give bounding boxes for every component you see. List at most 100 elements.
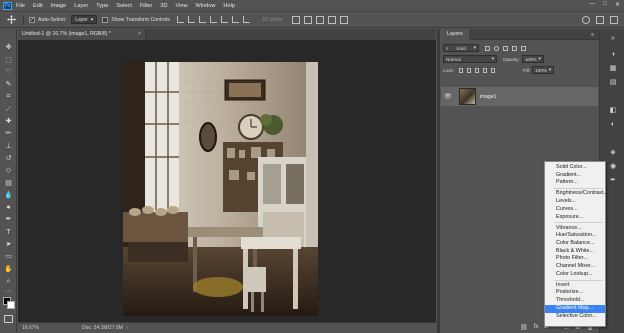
show-transform-checkbox[interactable]	[102, 16, 109, 23]
type-tool-icon[interactable]: T	[3, 228, 14, 237]
share-icon[interactable]	[610, 16, 618, 24]
menu-select[interactable]: Select	[116, 3, 132, 9]
menu-window[interactable]: Window	[196, 3, 216, 9]
menu-item-solid-color[interactable]: Solid Color...	[545, 164, 605, 172]
pixel-filter-icon[interactable]	[485, 45, 490, 51]
menu-item-posterize[interactable]: Posterize...	[545, 289, 605, 297]
menu-type[interactable]: Type	[96, 3, 108, 9]
menu-item-invert[interactable]: Invert	[545, 282, 605, 290]
tab-layers[interactable]: Layers	[441, 28, 469, 40]
expand-panels-icon[interactable]: »	[609, 35, 617, 42]
layers-panel-icon[interactable]: ◈	[609, 149, 617, 156]
menu-item-color-balance[interactable]: Color Balance...	[545, 240, 605, 248]
clone-stamp-tool-icon[interactable]: ⊥	[3, 142, 14, 151]
menu-3d[interactable]: 3D	[160, 3, 167, 9]
distribute-icon[interactable]	[242, 16, 250, 23]
search-icon[interactable]	[582, 16, 590, 24]
lock-artboard-icon[interactable]	[482, 67, 487, 73]
document-tab[interactable]: Untitled-1 @ 16.7% (image1, RGB/8) * ×	[18, 29, 146, 40]
lasso-tool-icon[interactable]: ➰	[3, 68, 14, 77]
panel-menu-icon[interactable]: ≡	[591, 32, 594, 38]
menu-item-photo-filter[interactable]: Photo Filter...	[545, 255, 605, 263]
status-menu-arrow[interactable]: ›	[127, 325, 129, 331]
menu-item-exposure[interactable]: Exposure...	[545, 214, 605, 222]
auto-select-target-dropdown[interactable]: Layer ▾	[71, 15, 98, 24]
menu-layer[interactable]: Layer	[74, 3, 88, 9]
adjustments-panel-icon[interactable]: ◐	[609, 121, 617, 128]
fill-field[interactable]: 100% ▾	[532, 66, 555, 74]
path-selection-tool-icon[interactable]: ➤	[3, 240, 14, 249]
adjustment-filter-icon[interactable]	[494, 45, 499, 51]
properties-panel-icon[interactable]: ◧	[609, 107, 617, 114]
layer-row[interactable]: 👁 image1	[441, 87, 598, 106]
gradient-tool-icon[interactable]: ▤	[3, 179, 14, 188]
smart-object-filter-icon[interactable]	[521, 45, 526, 51]
eyedropper-tool-icon[interactable]: ⟋	[3, 105, 14, 114]
align-top-icon[interactable]	[176, 16, 184, 23]
align-center-icon[interactable]	[220, 16, 228, 23]
menu-item-curves[interactable]: Curves...	[545, 206, 605, 214]
eye-icon[interactable]: 👁	[444, 93, 454, 100]
type-filter-icon[interactable]	[503, 45, 508, 51]
quick-select-tool-icon[interactable]: ✎	[3, 80, 14, 89]
layer-kind-filter[interactable]: ⌕ Kind ▾	[443, 44, 479, 52]
channels-panel-icon[interactable]: ◉	[609, 163, 617, 170]
move-tool-icon[interactable]: ✥	[3, 43, 14, 52]
menu-item-pattern[interactable]: Pattern...	[545, 179, 605, 187]
menu-item-channel-mixer[interactable]: Channel Mixer...	[545, 263, 605, 271]
lock-pixels-icon[interactable]	[466, 67, 471, 73]
align-bottom-icon[interactable]	[198, 16, 206, 23]
menu-edit[interactable]: Edit	[33, 3, 43, 9]
blur-tool-icon[interactable]: 💧	[3, 191, 14, 200]
lock-all-icon[interactable]	[490, 67, 495, 73]
menu-item-gradient[interactable]: Gradient...	[545, 172, 605, 180]
zoom-level-field[interactable]: 16.67%	[22, 325, 72, 331]
menu-item-black-white[interactable]: Black & White...	[545, 248, 605, 256]
3d-rotate-icon[interactable]	[291, 15, 300, 24]
background-color-swatch[interactable]	[7, 301, 15, 309]
rectangle-tool-icon[interactable]: ▭	[3, 252, 14, 261]
menu-help[interactable]: Help	[223, 3, 235, 9]
menu-item-vibrance[interactable]: Vibrance...	[545, 225, 605, 233]
menu-item-threshold[interactable]: Threshold...	[545, 297, 605, 305]
menu-item-gradient-map[interactable]: Gradient Map...	[545, 304, 605, 313]
swatches-panel-icon[interactable]: ▦	[609, 65, 617, 72]
move-tool-preset-icon[interactable]	[4, 14, 18, 25]
maximize-button[interactable]: □	[603, 1, 607, 8]
panel-dock-divider[interactable]	[437, 29, 440, 333]
pen-tool-icon[interactable]: ✒	[3, 215, 14, 224]
lock-transparent-icon[interactable]	[458, 67, 463, 73]
menu-view[interactable]: View	[175, 3, 187, 9]
dodge-tool-icon[interactable]: ●	[3, 203, 14, 212]
align-right-icon[interactable]	[231, 16, 239, 23]
menu-item-hue-saturation[interactable]: Hue/Saturation...	[545, 232, 605, 240]
hand-tool-icon[interactable]: ✋	[3, 265, 14, 274]
canvas-image[interactable]	[123, 62, 318, 316]
menu-filter[interactable]: Filter	[140, 3, 152, 9]
zoom-tool-icon[interactable]: ⌕	[3, 277, 14, 286]
menu-item-brightness-contrast[interactable]: Brightness/Contrast...	[545, 190, 608, 198]
link-icon[interactable]: ⛓	[520, 324, 528, 331]
history-brush-tool-icon[interactable]: ↺	[3, 154, 14, 163]
3d-slide-icon[interactable]	[327, 15, 336, 24]
brush-tool-icon[interactable]: ✏	[3, 129, 14, 138]
more-tools-icon[interactable]: ···	[3, 287, 14, 296]
menu-item-levels[interactable]: Levels...	[545, 198, 605, 206]
menu-file[interactable]: File	[16, 3, 25, 9]
healing-brush-tool-icon[interactable]: ✚	[3, 117, 14, 126]
opacity-field[interactable]: 100% ▾	[521, 55, 544, 63]
minimize-button[interactable]: —	[589, 1, 595, 8]
quick-mask-icon[interactable]	[4, 315, 13, 323]
color-panel-icon[interactable]: ◑	[609, 51, 617, 58]
paths-panel-icon[interactable]: ✒	[609, 177, 617, 184]
blend-mode-dropdown[interactable]: Normal ▾	[443, 55, 497, 63]
close-tab-icon[interactable]: ×	[138, 29, 141, 40]
layer-name[interactable]: image1	[480, 94, 496, 100]
menu-image[interactable]: Image	[51, 3, 67, 9]
3d-pan-icon[interactable]	[315, 15, 324, 24]
marquee-tool-icon[interactable]: ⬚	[3, 56, 14, 65]
lock-position-icon[interactable]	[474, 67, 479, 73]
crop-tool-icon[interactable]: ⌗	[3, 92, 14, 101]
workspace-icon[interactable]	[596, 16, 604, 24]
menu-item-color-lookup[interactable]: Color Lookup...	[545, 271, 605, 279]
